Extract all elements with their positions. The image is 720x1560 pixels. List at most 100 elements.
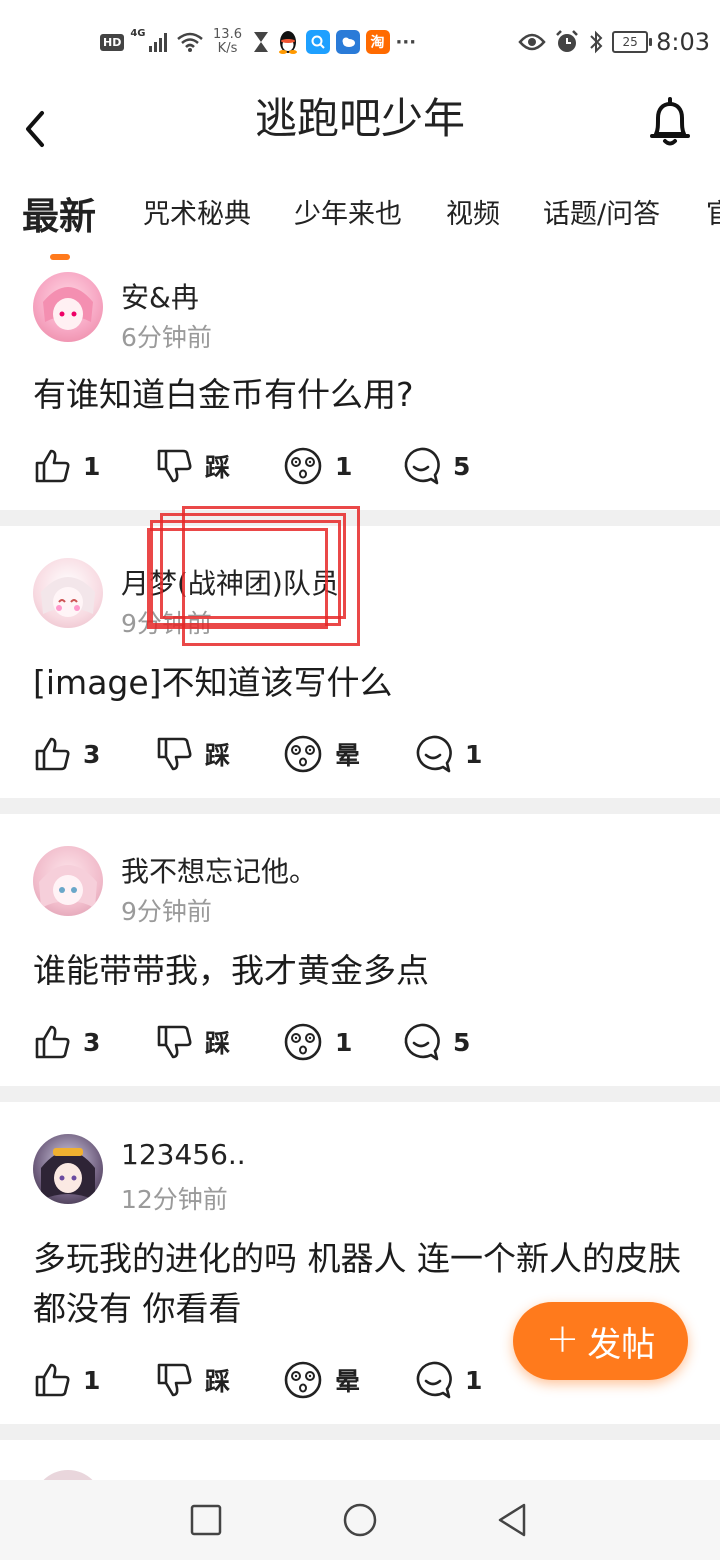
comment-button[interactable]: 1 — [413, 1358, 482, 1402]
weather-app-icon — [335, 30, 360, 54]
avatar[interactable] — [33, 846, 103, 916]
comment-bubble-icon — [416, 1361, 452, 1399]
new-post-label: 发帖 — [587, 1324, 656, 1365]
post-card[interactable]: 月梦(战神团)队员 9分钟前 [image]不知道该写什么 3 踩 晕 1 — [0, 526, 720, 798]
recents-square-icon[interactable] — [186, 1500, 226, 1540]
net-speed: 13.6 K/s — [213, 27, 242, 56]
tab-video[interactable]: 视频 — [446, 192, 500, 231]
reaction-label: 晕 — [335, 1367, 361, 1396]
comment-count: 1 — [465, 1365, 483, 1395]
like-button[interactable]: 1 — [33, 444, 100, 488]
author-name[interactable]: 123456.. — [121, 1138, 246, 1171]
avatar[interactable] — [33, 272, 103, 342]
dizzy-reaction-button[interactable]: 晕 — [283, 1358, 360, 1402]
dislike-button[interactable]: 踩 — [155, 444, 230, 488]
avatar[interactable] — [33, 1134, 103, 1204]
tab-youth-coming[interactable]: 少年来也 — [294, 192, 402, 231]
cell-signal-icon — [148, 33, 167, 52]
post-separator — [0, 1086, 720, 1102]
taobao-app-icon: 淘 — [365, 30, 390, 54]
dizzy-reaction-button[interactable]: 1 — [283, 1020, 352, 1064]
reaction-label: 晕 — [335, 741, 361, 770]
hourglass-icon — [253, 32, 268, 52]
like-button[interactable]: 3 — [33, 1020, 100, 1064]
eye-icon — [518, 33, 546, 51]
post-content[interactable]: [image]不知道该写什么 — [33, 658, 690, 708]
comment-button[interactable]: 1 — [413, 732, 482, 776]
category-tabs: 最新 咒术秘典 少年来也 视频 话题/问答 官 — [0, 180, 720, 263]
like-count: 3 — [83, 739, 101, 769]
home-circle-icon[interactable] — [340, 1500, 380, 1540]
dizzy-reaction-button[interactable]: 1 — [283, 444, 352, 488]
post-card[interactable]: 我不想忘记他。 9分钟前 谁能带带我，我才黄金多点 3 踩 1 5 — [0, 814, 720, 1086]
avatar[interactable] — [33, 558, 103, 628]
post-content[interactable]: 有谁知道白金币有什么用? — [33, 370, 690, 420]
comment-count: 1 — [465, 739, 483, 769]
comment-bubble-icon — [404, 447, 440, 485]
notification-button[interactable] — [648, 96, 692, 148]
like-button[interactable]: 3 — [33, 732, 100, 776]
tab-spell-guide[interactable]: 咒术秘典 — [143, 192, 251, 231]
comment-bubble-icon — [404, 1023, 440, 1061]
post-separator — [0, 510, 720, 526]
dislike-button[interactable]: 踩 — [155, 1020, 230, 1064]
dislike-label: 踩 — [205, 741, 231, 770]
status-bar: HD 4G 13.6 K/s 淘 ··· 25 8:03 — [0, 0, 720, 84]
bluetooth-icon — [590, 30, 603, 54]
battery-icon: 25 — [612, 31, 653, 53]
dizzy-reaction-button[interactable]: 晕 — [283, 732, 360, 776]
dizzy-face-icon — [284, 1361, 322, 1399]
qq-penguin-icon — [278, 31, 297, 54]
comment-button[interactable]: 5 — [401, 1020, 470, 1064]
reaction-count: 1 — [335, 1027, 353, 1057]
post-actions: 1 踩 1 5 — [33, 444, 553, 488]
dislike-button[interactable]: 踩 — [155, 1358, 230, 1402]
author-name[interactable]: 月梦(战神团)队员 — [121, 562, 339, 602]
tab-official[interactable]: 官 — [706, 192, 720, 231]
bell-icon — [650, 97, 690, 146]
comment-count: 5 — [453, 451, 471, 481]
new-post-button[interactable]: + 发帖 — [513, 1302, 688, 1380]
post-card[interactable]: 安&冉 6分钟前 有谁知道白金币有什么用? 1 踩 1 5 — [0, 262, 720, 510]
thumbs-up-icon — [35, 1025, 70, 1059]
like-count: 1 — [83, 1365, 101, 1395]
dislike-button[interactable]: 踩 — [155, 732, 230, 776]
tab-topics-qa[interactable]: 话题/问答 — [543, 192, 660, 231]
dislike-label: 踩 — [205, 453, 231, 482]
dizzy-face-icon — [284, 447, 322, 485]
like-button[interactable]: 1 — [33, 1358, 100, 1402]
post-separator — [0, 798, 720, 814]
thumbs-down-icon — [157, 1025, 192, 1059]
plus-icon: + — [545, 1316, 580, 1362]
system-nav-bar — [0, 1480, 720, 1560]
wifi-icon — [176, 32, 203, 52]
post-time: 9分钟前 — [121, 897, 212, 926]
author-name[interactable]: 安&冉 — [121, 276, 199, 316]
comment-bubble-icon — [416, 735, 452, 773]
thumbs-down-icon — [157, 737, 192, 771]
post-actions: 3 踩 1 5 — [33, 1020, 553, 1064]
tab-latest[interactable]: 最新 — [22, 186, 96, 240]
thumbs-up-icon — [35, 1363, 70, 1397]
thumbs-up-icon — [35, 449, 70, 483]
thumbs-up-icon — [35, 737, 70, 771]
more-notifications: ··· — [395, 31, 417, 53]
post-actions: 1 踩 晕 1 — [33, 1358, 553, 1402]
comment-button[interactable]: 5 — [401, 444, 470, 488]
active-tab-indicator — [50, 254, 70, 260]
app-header: 逃跑吧少年 — [0, 84, 720, 174]
reaction-count: 1 — [335, 451, 353, 481]
clock: 8:03 — [656, 28, 710, 56]
author-name[interactable]: 我不想忘记他。 — [121, 850, 317, 890]
post-time: 6分钟前 — [121, 323, 212, 352]
thumbs-down-icon — [157, 449, 192, 483]
post-content[interactable]: 谁能带带我，我才黄金多点 — [33, 946, 690, 996]
post-actions: 3 踩 晕 1 — [33, 732, 553, 776]
dislike-label: 踩 — [205, 1029, 231, 1058]
post-time: 9分钟前 — [121, 609, 212, 638]
network-type: 4G — [130, 28, 146, 39]
thumbs-down-icon — [157, 1363, 192, 1397]
back-triangle-icon[interactable] — [492, 1500, 532, 1540]
dislike-label: 踩 — [205, 1367, 231, 1396]
like-count: 1 — [83, 451, 101, 481]
